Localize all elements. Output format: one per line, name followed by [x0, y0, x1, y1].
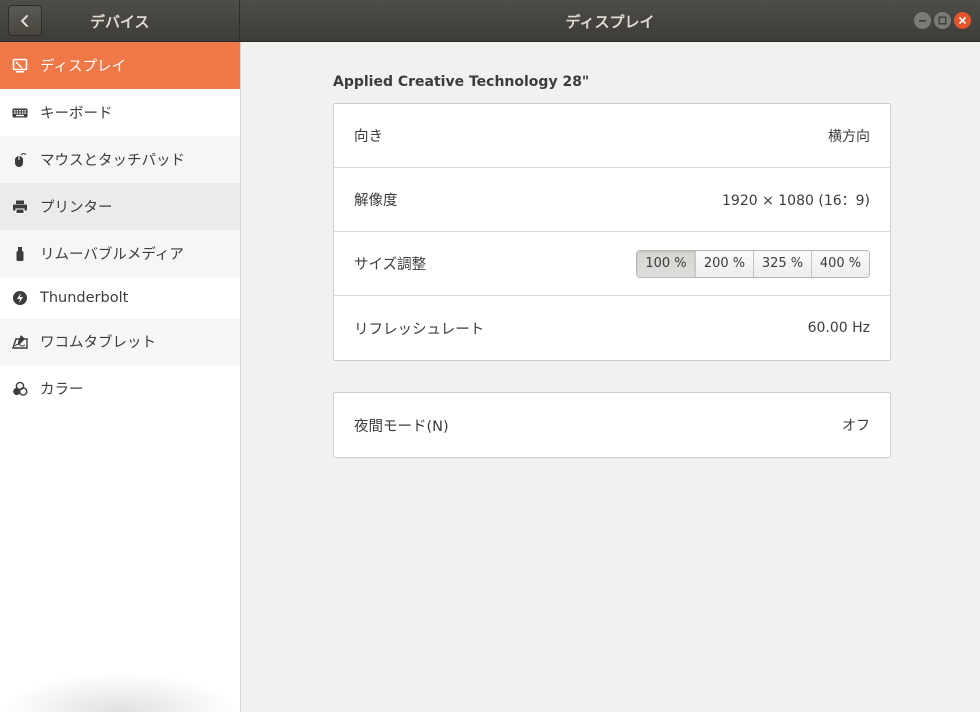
minimize-icon	[919, 20, 926, 22]
refresh-rate-label: リフレッシュレート	[354, 321, 485, 338]
sidebar-item-label: Thunderbolt	[40, 289, 129, 306]
sidebar-item-wacom-tablet[interactable]: ワコムタブレット	[0, 318, 240, 365]
resolution-label: 解像度	[354, 193, 398, 209]
refresh-rate-value: 60.00 Hz	[807, 320, 870, 336]
sidebar-header-title: デバイス	[90, 13, 150, 31]
orientation-label: 向き	[354, 129, 383, 145]
resolution-value: 1920 × 1080 (16：9)	[722, 192, 870, 209]
printer-icon	[12, 199, 28, 215]
sidebar-item-label: マウスとタッチパッド	[40, 153, 185, 169]
back-button[interactable]	[8, 5, 42, 36]
sidebar-item-thunderbolt[interactable]: Thunderbolt	[0, 277, 240, 318]
night-mode-label: 夜間モード(N)	[354, 418, 449, 435]
display-settings-list: 向き 横方向 解像度 1920 × 1080 (16：9) サイズ調整 100 …	[333, 103, 891, 361]
night-mode-row[interactable]: 夜間モード(N) オフ	[334, 393, 890, 457]
scale-option-100[interactable]: 100 %	[637, 250, 695, 277]
orientation-value: 横方向	[828, 128, 870, 145]
sidebar-item-label: ワコムタブレット	[40, 335, 156, 351]
maximize-button[interactable]	[934, 12, 951, 29]
orientation-row[interactable]: 向き 横方向	[334, 104, 890, 168]
sidebar: ディスプレイ キーボード マウスとタッチパッド プリンター リムーバブルメディア…	[0, 42, 241, 712]
thunderbolt-icon	[12, 290, 28, 306]
usb-drive-icon	[12, 246, 28, 262]
sidebar-scroll-shadow	[0, 672, 240, 712]
scale-label: サイズ調整	[354, 257, 427, 273]
sidebar-item-keyboard[interactable]: キーボード	[0, 89, 240, 136]
window-title: ディスプレイ	[565, 13, 655, 31]
scale-row: サイズ調整 100 % 200 % 325 % 400 %	[334, 232, 890, 296]
sidebar-item-removable-media[interactable]: リムーバブルメディア	[0, 230, 240, 277]
color-icon	[12, 381, 28, 397]
close-icon	[958, 16, 967, 25]
sidebar-item-color[interactable]: カラー	[0, 365, 240, 412]
tablet-icon	[12, 334, 28, 350]
sidebar-item-mouse-touchpad[interactable]: マウスとタッチパッド	[0, 136, 240, 183]
sidebar-item-printer[interactable]: プリンター	[0, 183, 240, 230]
sidebar-item-label: キーボード	[40, 106, 113, 122]
scale-selector: 100 % 200 % 325 % 400 %	[636, 249, 870, 278]
main-panel: Applied Creative Technology 28" 向き 横方向 解…	[241, 42, 980, 712]
scale-option-325[interactable]: 325 %	[753, 250, 811, 277]
monitor-name: Applied Creative Technology 28"	[333, 74, 590, 90]
night-mode-value: オフ	[842, 418, 870, 434]
refresh-rate-row[interactable]: リフレッシュレート 60.00 Hz	[334, 296, 890, 360]
sidebar-item-display[interactable]: ディスプレイ	[0, 42, 240, 89]
sidebar-item-label: カラー	[40, 382, 84, 398]
resolution-row[interactable]: 解像度 1920 × 1080 (16：9)	[334, 168, 890, 232]
mouse-icon	[12, 152, 28, 168]
chevron-left-icon	[21, 14, 28, 27]
sidebar-header: デバイス	[0, 0, 240, 42]
display-icon	[12, 58, 28, 74]
sidebar-item-label: ディスプレイ	[40, 59, 126, 75]
sidebar-item-label: プリンター	[40, 200, 113, 216]
scale-option-200[interactable]: 200 %	[695, 250, 753, 277]
sidebar-item-label: リムーバブルメディア	[40, 247, 184, 263]
maximize-icon	[938, 16, 947, 25]
scale-option-400[interactable]: 400 %	[811, 250, 869, 277]
keyboard-icon	[12, 105, 28, 121]
close-button[interactable]	[954, 12, 971, 29]
minimize-button[interactable]	[914, 12, 931, 29]
header-bar: デバイス ディスプレイ	[0, 0, 980, 42]
night-light-list: 夜間モード(N) オフ	[333, 392, 891, 458]
